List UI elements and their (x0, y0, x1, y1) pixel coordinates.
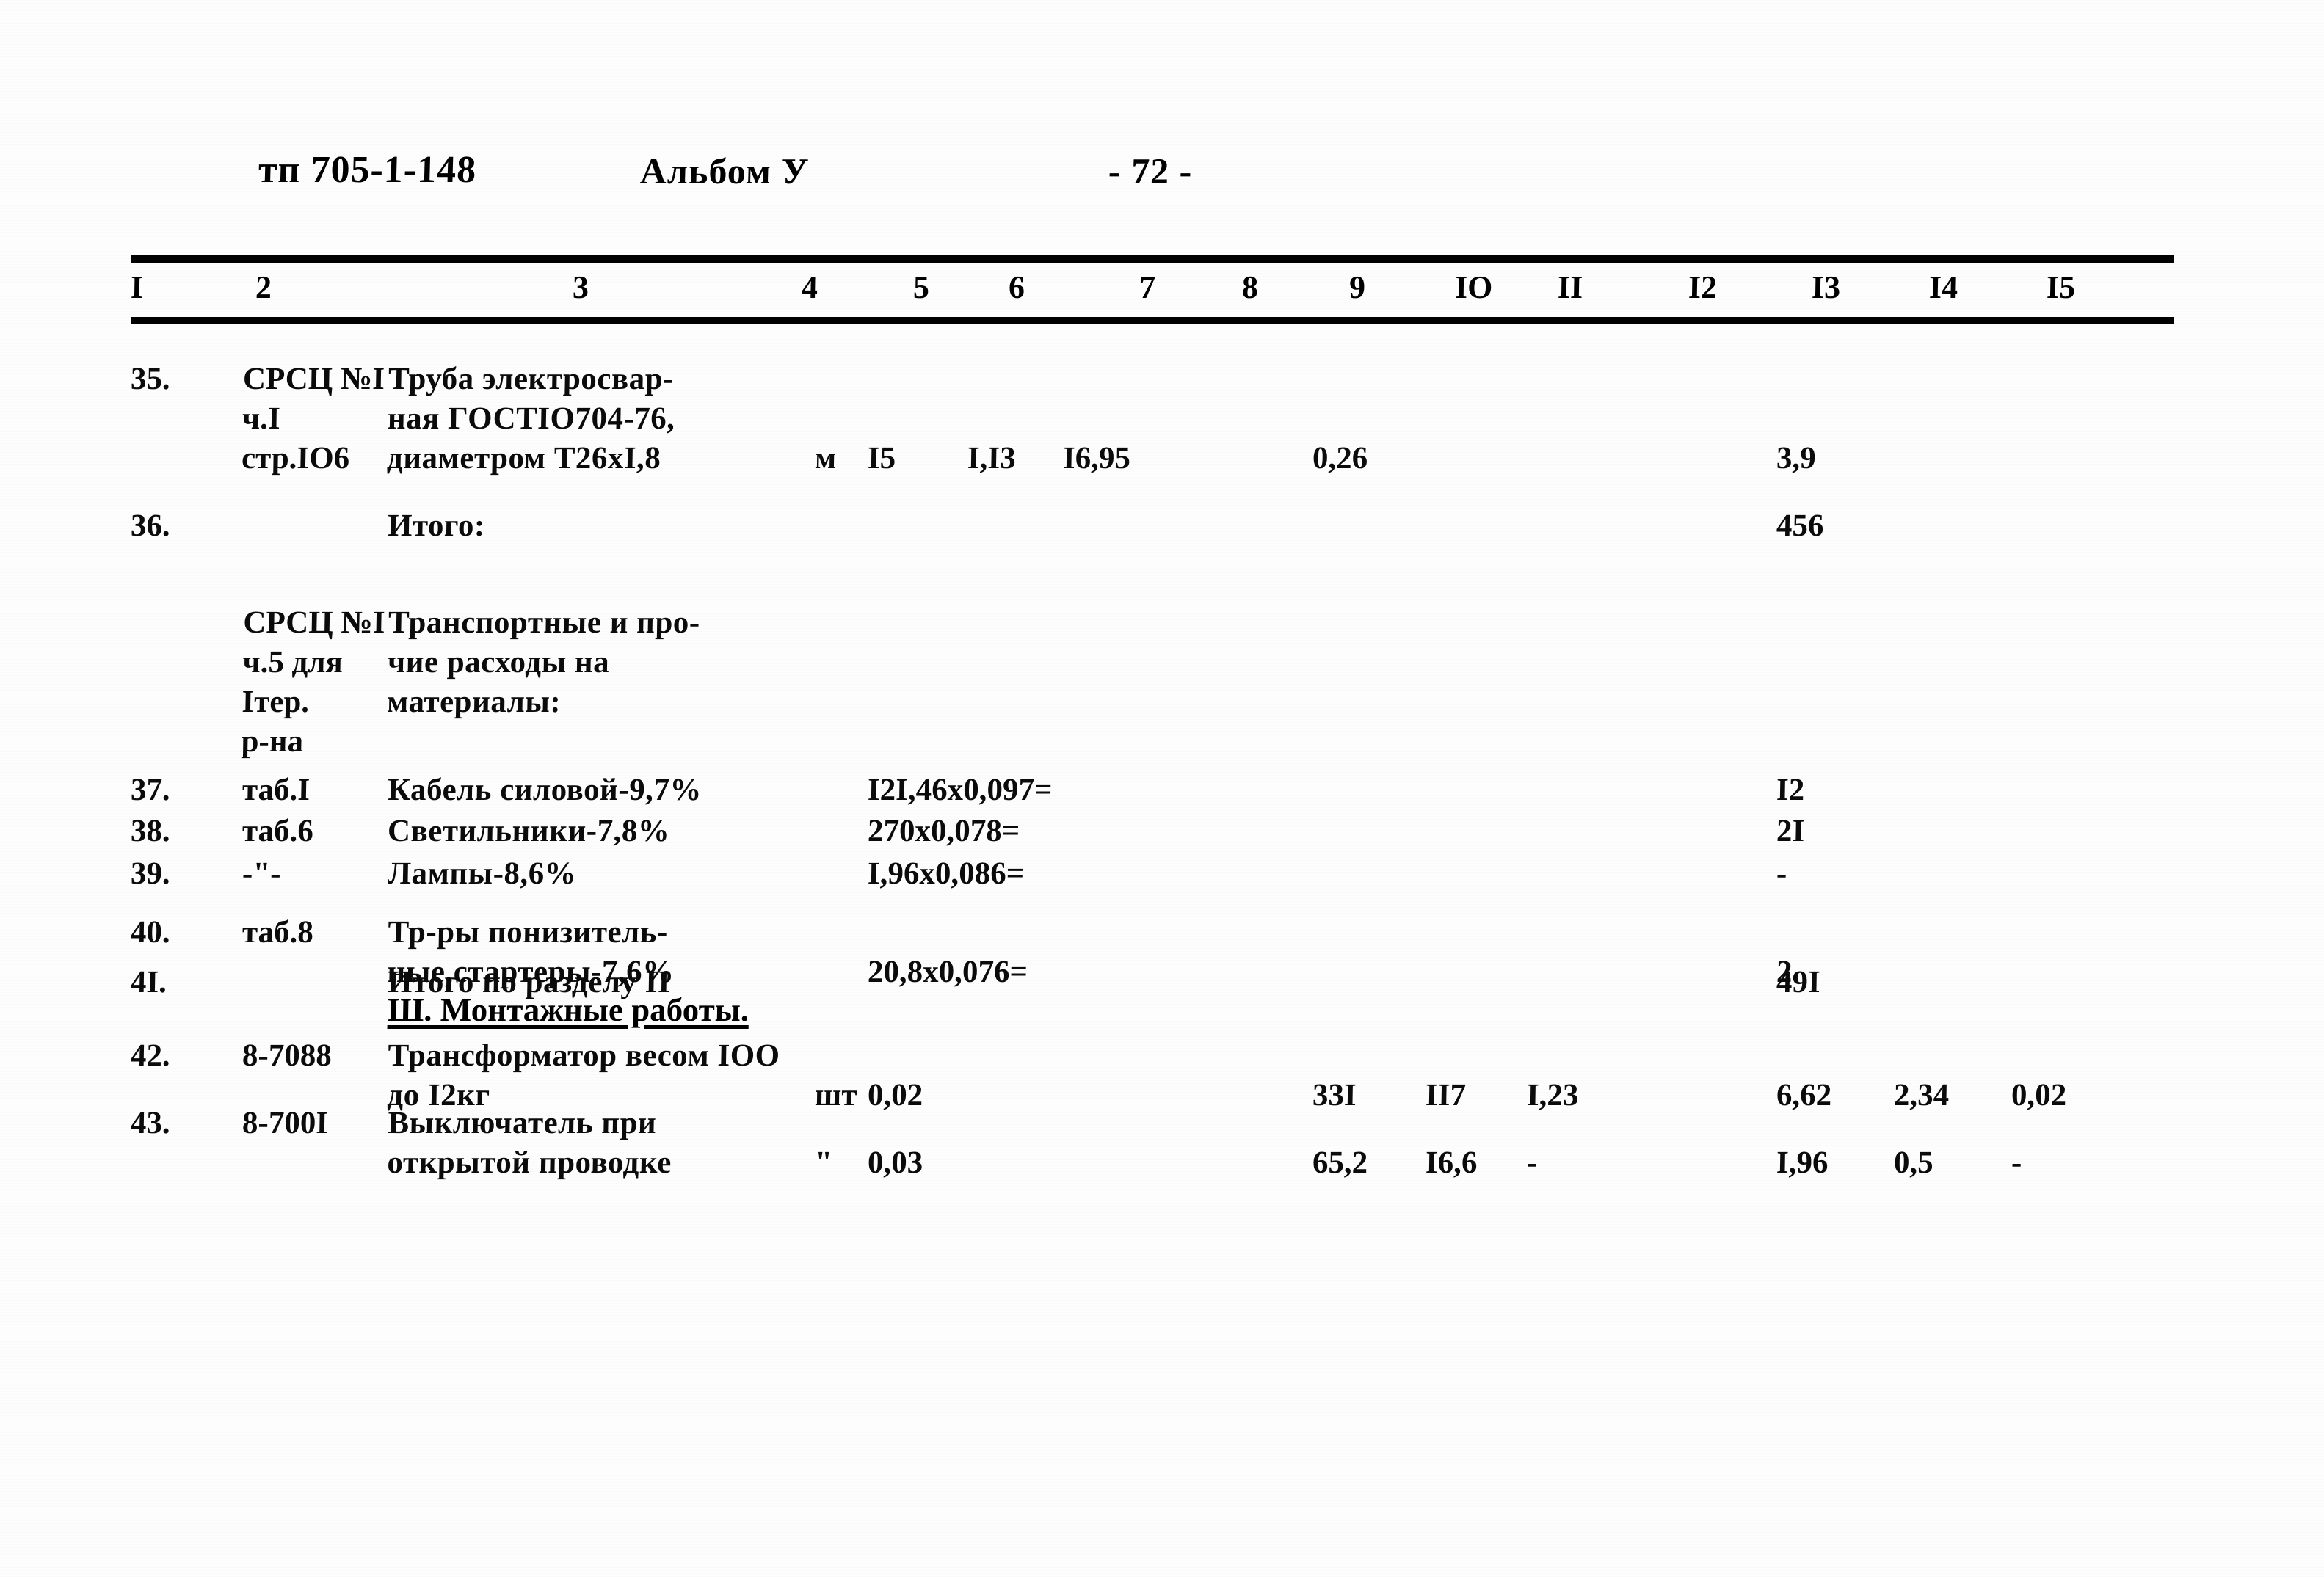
row-description: Лампы-8,6% (387, 856, 577, 891)
row-number: 38. (130, 814, 171, 848)
column-number-4: 4 (801, 269, 818, 305)
column-number-3: 3 (572, 269, 589, 305)
row-col-5: I,96x0,086= (867, 856, 1025, 891)
row-col-15: 0,02 (2011, 1078, 2067, 1112)
row-description: Транспортные и про- чие расходы на матер… (386, 605, 701, 719)
column-number-5: 5 (912, 269, 930, 305)
row-col-13: 456 (1776, 509, 1824, 543)
row-col-9: 0,26 (1312, 441, 1368, 476)
row-col-11: - (1526, 1146, 1538, 1180)
row-col-5: 20,8x0,076= (867, 955, 1028, 989)
row-col-13: 2I (1776, 814, 1805, 848)
table-body: 35. СРСЦ №I ч.I стр.IO6 Труба электросвар-… (0, 324, 2324, 1498)
column-number-9: 9 (1348, 269, 1366, 305)
column-number-1: I (130, 269, 144, 305)
column-number-2: 2 (255, 269, 272, 305)
column-number-10: IO (1454, 269, 1493, 305)
row-number: 40. (130, 915, 171, 950)
row-description: Итого: (387, 509, 486, 543)
row-col-13: 6,62 (1776, 1078, 1832, 1112)
row-col-14: 0,5 (1893, 1146, 1934, 1180)
row-col-13: I,96 (1776, 1146, 1829, 1180)
row-col-14: 2,34 (1893, 1078, 1950, 1112)
row-code: таб.I (242, 773, 311, 807)
row-code: -"- (242, 856, 281, 891)
row-number: 43. (130, 1106, 171, 1140)
row-number: 35. (130, 362, 171, 396)
row-number: 4I. (130, 965, 167, 999)
row-number: 37. (130, 773, 171, 807)
row-description: Выключатель при открытой проводке (387, 1106, 672, 1180)
document-header: тп 705-1-148 Альбом У - 72 - (0, 144, 2324, 210)
row-unit: " (814, 1146, 833, 1180)
row-col-5: I2I,46x0,097= (867, 773, 1053, 807)
row-unit: м (814, 441, 837, 476)
row-col-5: 270x0,078= (867, 814, 1020, 848)
section-heading-montazhnye-raboty: Ш. Монтажные работы. (387, 991, 749, 1028)
row-code: таб.8 (242, 915, 314, 950)
column-number-8: 8 (1241, 269, 1259, 305)
row-unit: шт (814, 1078, 857, 1112)
row-code: 8-7088 (242, 1038, 333, 1073)
row-number: 36. (130, 509, 171, 543)
page-number: - 72 - (1108, 150, 1194, 192)
column-number-12: I2 (1688, 269, 1718, 305)
album-label: Альбом У (639, 150, 810, 192)
row-col-5: 0,02 (867, 1078, 923, 1112)
row-col-15: - (2011, 1146, 2022, 1180)
row-description: Кабель силовой-9,7% (387, 773, 702, 807)
document-code: тп 705-1-148 (258, 149, 477, 191)
row-number: 42. (130, 1038, 171, 1073)
column-number-6: 6 (1008, 269, 1025, 305)
table-header-bottom-rule (131, 317, 2174, 324)
row-col-9: 65,2 (1312, 1146, 1368, 1180)
row-code: 8-700I (242, 1106, 329, 1140)
row-col-10: II7 (1425, 1078, 1467, 1112)
column-number-15: I5 (2046, 269, 2076, 305)
table-top-rule (131, 255, 2174, 263)
row-col-13: I2 (1776, 773, 1805, 807)
row-col-10: I6,6 (1425, 1146, 1478, 1180)
row-col-7: I6,95 (1062, 441, 1131, 476)
row-code: СРСЦ №I ч.5 для Iтер. р-на (241, 605, 385, 759)
column-number-11: II (1557, 269, 1583, 305)
scanned-page: тп 705-1-148 Альбом У - 72 - I 2 3 4 5 6 7 8 9 IO… (0, 0, 2324, 1577)
row-col-5: I5 (867, 441, 896, 476)
column-number-14: I4 (1928, 269, 1958, 305)
row-col-11: I,23 (1526, 1078, 1579, 1112)
row-col-6: I,I3 (967, 441, 1017, 476)
column-number-strip: I 2 3 4 5 6 7 8 9 IO II I2 I3 I4 I5 (0, 269, 2324, 316)
column-number-7: 7 (1139, 269, 1156, 305)
row-code: СРСЦ №I ч.I стр.IO6 (241, 362, 385, 476)
row-description: Светильники-7,8% (387, 814, 670, 848)
row-col-13: 49I (1776, 965, 1821, 999)
row-code: таб.6 (242, 814, 314, 848)
row-col-13: - (1776, 856, 1787, 891)
row-col-5: 0,03 (867, 1146, 923, 1180)
row-number: 39. (130, 856, 171, 891)
row-col-13: 3,9 (1776, 441, 1817, 476)
row-col-9: 33I (1312, 1078, 1357, 1112)
column-number-13: I3 (1811, 269, 1841, 305)
row-description: Труба электросвар- ная ГОСТIO704-76, диа… (386, 362, 675, 476)
